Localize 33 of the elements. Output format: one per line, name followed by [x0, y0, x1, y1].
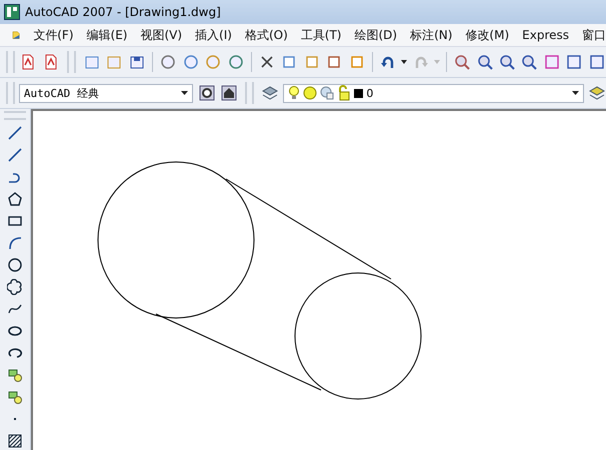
layers-icon[interactable] — [588, 84, 606, 102]
menu-item[interactable]: 窗口 — [582, 26, 606, 44]
layers-icon[interactable] — [260, 84, 280, 102]
menu-item[interactable]: 标注(N) — [410, 26, 452, 44]
menu-item[interactable]: 格式(O) — [244, 26, 288, 44]
menu-item[interactable]: 编辑(E) — [86, 26, 128, 44]
toolbar-grip[interactable] — [6, 82, 15, 104]
menu-item[interactable]: Express — [522, 28, 569, 42]
window-title: AutoCAD 2007 - [Drawing1.dwg] — [25, 5, 221, 19]
menu-item[interactable]: 工具(T) — [300, 26, 342, 44]
color-swatch — [354, 88, 364, 98]
menu-item[interactable]: 插入(I) — [195, 26, 232, 44]
app-icon — [4, 4, 20, 20]
workspace-dropdown[interactable]: AutoCAD 经典 — [18, 84, 194, 102]
zoom-icon[interactable] — [498, 52, 516, 72]
menu-item[interactable]: 文件(F) — [33, 26, 74, 44]
lock-icon — [337, 85, 352, 101]
toolbar-grip[interactable] — [66, 51, 76, 73]
toolbar-grip[interactable] — [245, 82, 254, 104]
menu-item[interactable]: 绘图(D) — [354, 26, 398, 44]
menu-item[interactable]: 修改(M) — [465, 26, 510, 44]
cloud-icon[interactable] — [6, 277, 24, 296]
caret-icon — [572, 91, 579, 95]
caret-icon[interactable] — [401, 60, 408, 64]
house-icon[interactable] — [220, 84, 238, 102]
sun-icon — [303, 86, 318, 100]
lightbulb-icon — [288, 85, 300, 101]
toolbar-grip[interactable] — [4, 111, 26, 120]
caret-icon — [181, 91, 188, 95]
zoom-previous-icon[interactable] — [520, 52, 539, 72]
menu-item[interactable]: 视图(V) — [140, 26, 182, 44]
toolbar-grip[interactable] — [6, 51, 15, 73]
layer-dropdown[interactable]: 0 — [283, 84, 584, 102]
